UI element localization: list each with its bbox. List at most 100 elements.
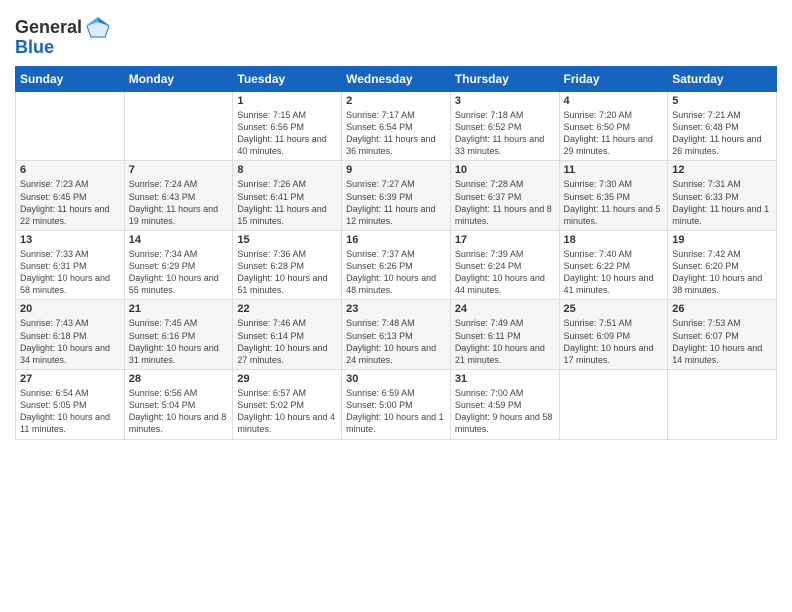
day-info: Sunrise: 7:27 AM Sunset: 6:39 PM Dayligh… <box>346 178 446 227</box>
day-number: 24 <box>455 303 555 315</box>
calendar-cell: 26 Sunrise: 7:53 AM Sunset: 6:07 PM Dayli… <box>668 300 777 370</box>
day-info: Sunrise: 7:36 AM Sunset: 6:28 PM Dayligh… <box>237 248 337 297</box>
calendar-cell: 7Sunrise: 7:24 AM Sunset: 6:43 PM Daylig… <box>124 161 233 231</box>
logo-text-blue: Blue <box>15 38 54 58</box>
calendar-cell: 16 Sunrise: 7:37 AM Sunset: 6:26 PM Dayli… <box>342 230 451 300</box>
calendar-cell: 13 Sunrise: 7:33 AM Sunset: 6:31 PM Dayli… <box>16 230 125 300</box>
day-number: 18 <box>564 234 664 246</box>
day-info: Sunrise: 7:37 AM Sunset: 6:26 PM Dayligh… <box>346 248 446 297</box>
calendar-cell <box>559 370 668 440</box>
day-info: Sunrise: 7:26 AM Sunset: 6:41 PM Dayligh… <box>237 178 337 227</box>
day-number: 27 <box>20 373 120 385</box>
day-info: Sunrise: 7:51 AM Sunset: 6:09 PM Dayligh… <box>564 317 664 366</box>
day-number: 17 <box>455 234 555 246</box>
day-number: 21 <box>129 303 229 315</box>
day-number: 19 <box>672 234 772 246</box>
day-number: 10 <box>455 164 555 176</box>
day-info: Sunrise: 6:59 AM Sunset: 5:00 PM Dayligh… <box>346 387 446 436</box>
day-info: Sunrise: 7:42 AM Sunset: 6:20 PM Dayligh… <box>672 248 772 297</box>
day-info: Sunrise: 7:23 AM Sunset: 6:45 PM Dayligh… <box>20 178 120 227</box>
calendar-cell: 28Sunrise: 6:56 AM Sunset: 5:04 PM Dayli… <box>124 370 233 440</box>
calendar-cell: 3Sunrise: 7:18 AM Sunset: 6:52 PM Daylig… <box>450 91 559 161</box>
calendar-cell: 18 Sunrise: 7:40 AM Sunset: 6:22 PM Dayli… <box>559 230 668 300</box>
day-info: Sunrise: 7:20 AM Sunset: 6:50 PM Dayligh… <box>564 109 664 158</box>
calendar-cell: 14 Sunrise: 7:34 AM Sunset: 6:29 PM Dayli… <box>124 230 233 300</box>
calendar-week-5: 27 Sunrise: 6:54 AM Sunset: 5:05 PM Dayli… <box>16 370 777 440</box>
calendar-cell: 22 Sunrise: 7:46 AM Sunset: 6:14 PM Dayli… <box>233 300 342 370</box>
day-number: 26 <box>672 303 772 315</box>
day-number: 20 <box>20 303 120 315</box>
calendar-cell: 27 Sunrise: 6:54 AM Sunset: 5:05 PM Dayli… <box>16 370 125 440</box>
day-number: 23 <box>346 303 446 315</box>
calendar-cell <box>16 91 125 161</box>
day-info: Sunrise: 7:53 AM Sunset: 6:07 PM Dayligh… <box>672 317 772 366</box>
calendar-cell: 31 Sunrise: 7:00 AM Sunset: 4:59 PM Dayli… <box>450 370 559 440</box>
day-number: 30 <box>346 373 446 385</box>
day-info: Sunrise: 7:46 AM Sunset: 6:14 PM Dayligh… <box>237 317 337 366</box>
calendar-cell: 1Sunrise: 7:15 AM Sunset: 6:56 PM Daylig… <box>233 91 342 161</box>
day-info: Sunrise: 7:40 AM Sunset: 6:22 PM Dayligh… <box>564 248 664 297</box>
calendar-cell: 2 Sunrise: 7:17 AM Sunset: 6:54 PM Daylig… <box>342 91 451 161</box>
day-info: Sunrise: 7:00 AM Sunset: 4:59 PM Dayligh… <box>455 387 555 436</box>
day-info: Sunrise: 7:34 AM Sunset: 6:29 PM Dayligh… <box>129 248 229 297</box>
day-number: 31 <box>455 373 555 385</box>
calendar-cell: 20 Sunrise: 7:43 AM Sunset: 6:18 PM Dayli… <box>16 300 125 370</box>
day-number: 22 <box>237 303 337 315</box>
day-info: Sunrise: 6:54 AM Sunset: 5:05 PM Dayligh… <box>20 387 120 436</box>
calendar-week-2: 6Sunrise: 7:23 AM Sunset: 6:45 PM Daylig… <box>16 161 777 231</box>
calendar-cell: 6Sunrise: 7:23 AM Sunset: 6:45 PM Daylig… <box>16 161 125 231</box>
day-header-tuesday: Tuesday <box>233 66 342 91</box>
calendar-cell: 5 Sunrise: 7:21 AM Sunset: 6:48 PM Daylig… <box>668 91 777 161</box>
calendar-cell: 9 Sunrise: 7:27 AM Sunset: 6:39 PM Daylig… <box>342 161 451 231</box>
day-number: 11 <box>564 164 664 176</box>
calendar-cell: 8 Sunrise: 7:26 AM Sunset: 6:41 PM Daylig… <box>233 161 342 231</box>
day-number: 14 <box>129 234 229 246</box>
day-number: 16 <box>346 234 446 246</box>
day-number: 4 <box>564 95 664 107</box>
day-number: 12 <box>672 164 772 176</box>
calendar-cell: 11 Sunrise: 7:30 AM Sunset: 6:35 PM Dayli… <box>559 161 668 231</box>
calendar-week-1: 1Sunrise: 7:15 AM Sunset: 6:56 PM Daylig… <box>16 91 777 161</box>
calendar-cell <box>124 91 233 161</box>
day-info: Sunrise: 7:31 AM Sunset: 6:33 PM Dayligh… <box>672 178 772 227</box>
calendar-cell: 4 Sunrise: 7:20 AM Sunset: 6:50 PM Daylig… <box>559 91 668 161</box>
calendar-header-row: SundayMondayTuesdayWednesdayThursdayFrid… <box>16 66 777 91</box>
day-info: Sunrise: 7:30 AM Sunset: 6:35 PM Dayligh… <box>564 178 664 227</box>
day-info: Sunrise: 7:39 AM Sunset: 6:24 PM Dayligh… <box>455 248 555 297</box>
day-number: 9 <box>346 164 446 176</box>
day-info: Sunrise: 7:48 AM Sunset: 6:13 PM Dayligh… <box>346 317 446 366</box>
calendar-cell: 25 Sunrise: 7:51 AM Sunset: 6:09 PM Dayli… <box>559 300 668 370</box>
calendar-cell: 24 Sunrise: 7:49 AM Sunset: 6:11 PM Dayli… <box>450 300 559 370</box>
day-info: Sunrise: 6:56 AM Sunset: 5:04 PM Dayligh… <box>129 387 229 436</box>
calendar-cell: 17 Sunrise: 7:39 AM Sunset: 6:24 PM Dayli… <box>450 230 559 300</box>
header: General Blue <box>15 10 777 58</box>
day-header-thursday: Thursday <box>450 66 559 91</box>
calendar-cell: 30 Sunrise: 6:59 AM Sunset: 5:00 PM Dayli… <box>342 370 451 440</box>
day-info: Sunrise: 7:43 AM Sunset: 6:18 PM Dayligh… <box>20 317 120 366</box>
day-number: 3 <box>455 95 555 107</box>
day-number: 15 <box>237 234 337 246</box>
day-info: Sunrise: 7:45 AM Sunset: 6:16 PM Dayligh… <box>129 317 229 366</box>
day-number: 2 <box>346 95 446 107</box>
calendar-week-4: 20 Sunrise: 7:43 AM Sunset: 6:18 PM Dayli… <box>16 300 777 370</box>
day-info: Sunrise: 6:57 AM Sunset: 5:02 PM Dayligh… <box>237 387 337 436</box>
day-number: 8 <box>237 164 337 176</box>
logo: General Blue <box>15 10 112 58</box>
day-header-friday: Friday <box>559 66 668 91</box>
logo-text-general: General <box>15 18 82 38</box>
day-header-monday: Monday <box>124 66 233 91</box>
day-info: Sunrise: 7:17 AM Sunset: 6:54 PM Dayligh… <box>346 109 446 158</box>
day-number: 25 <box>564 303 664 315</box>
logo-icon <box>84 14 112 42</box>
day-info: Sunrise: 7:33 AM Sunset: 6:31 PM Dayligh… <box>20 248 120 297</box>
day-info: Sunrise: 7:28 AM Sunset: 6:37 PM Dayligh… <box>455 178 555 227</box>
day-number: 5 <box>672 95 772 107</box>
calendar-cell: 12 Sunrise: 7:31 AM Sunset: 6:33 PM Dayli… <box>668 161 777 231</box>
calendar-cell: 15 Sunrise: 7:36 AM Sunset: 6:28 PM Dayli… <box>233 230 342 300</box>
day-number: 13 <box>20 234 120 246</box>
day-number: 29 <box>237 373 337 385</box>
day-info: Sunrise: 7:21 AM Sunset: 6:48 PM Dayligh… <box>672 109 772 158</box>
calendar-cell: 19 Sunrise: 7:42 AM Sunset: 6:20 PM Dayli… <box>668 230 777 300</box>
day-info: Sunrise: 7:49 AM Sunset: 6:11 PM Dayligh… <box>455 317 555 366</box>
calendar-cell: 23 Sunrise: 7:48 AM Sunset: 6:13 PM Dayli… <box>342 300 451 370</box>
